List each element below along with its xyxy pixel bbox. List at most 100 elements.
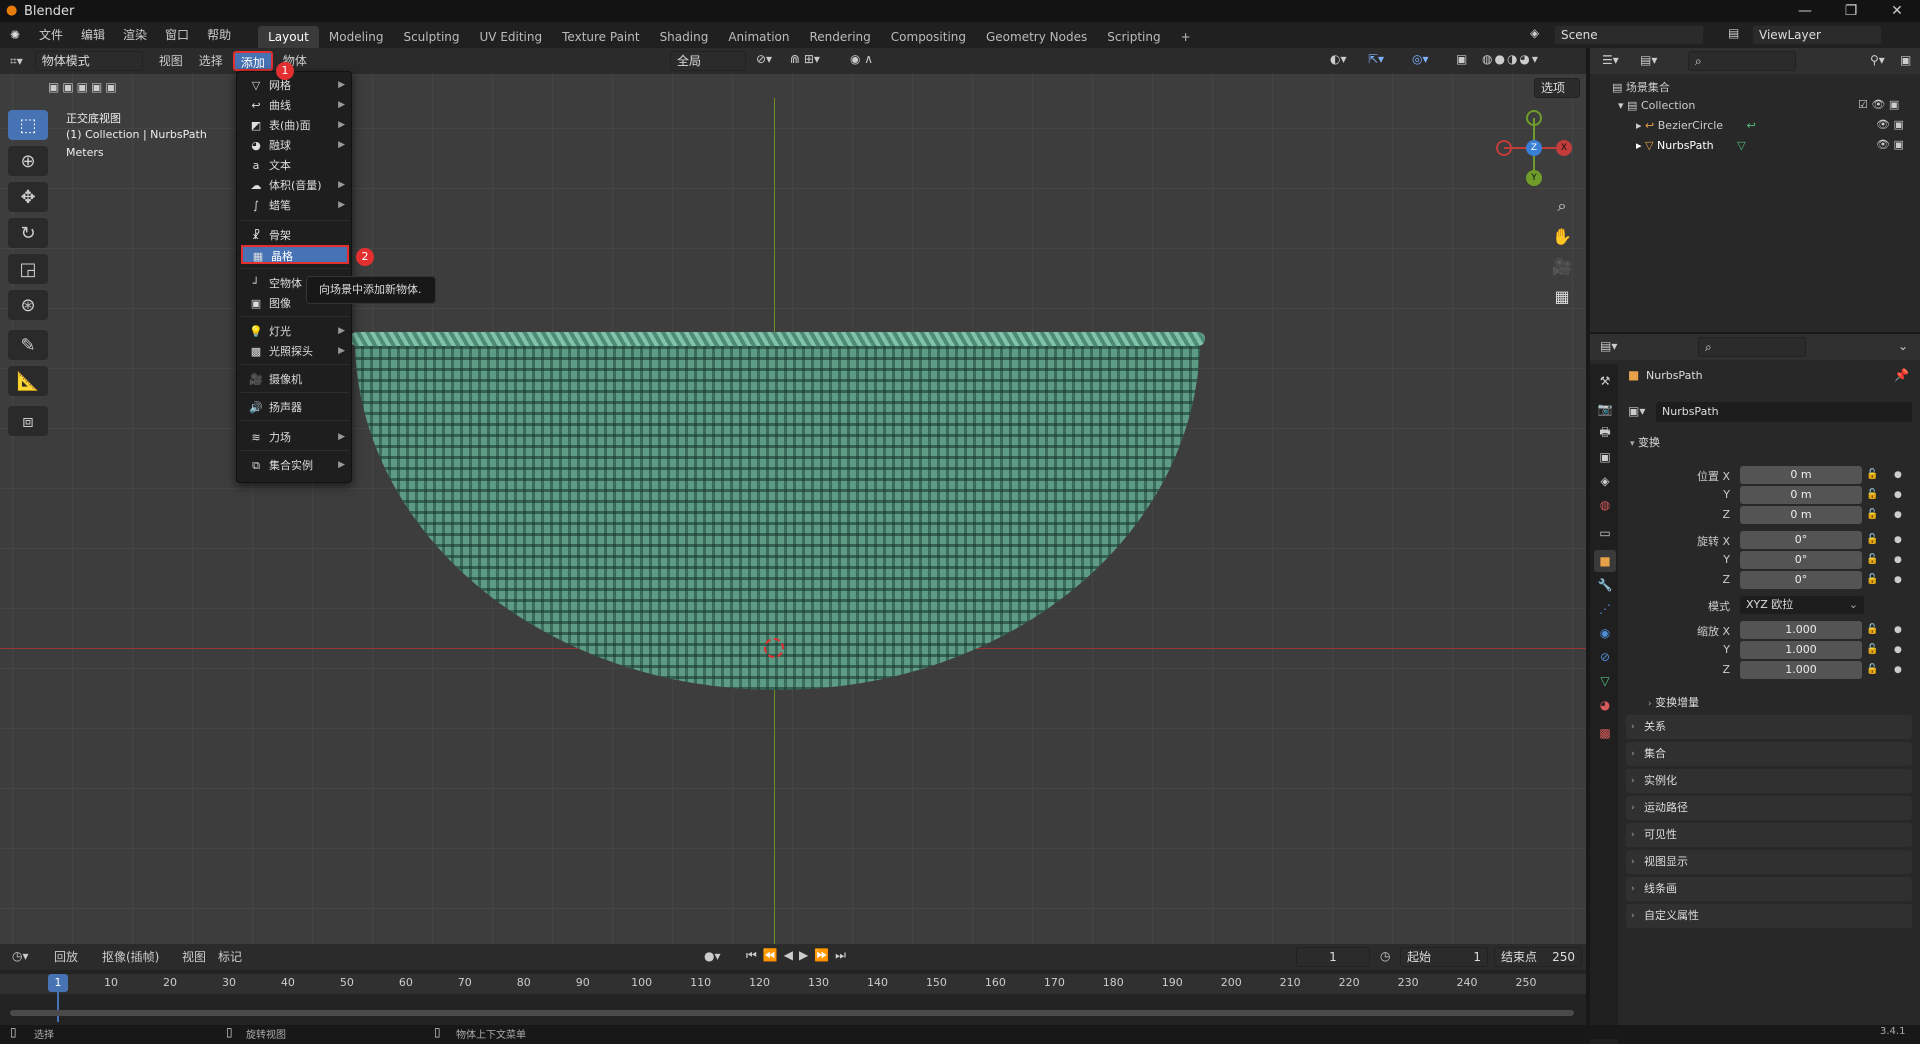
blender-menu-icon[interactable]: ✺ bbox=[0, 28, 30, 42]
outliner-item-nurbspath[interactable]: ▸ ▽ NurbsPath ▽ bbox=[1636, 139, 1746, 152]
xray-icon[interactable]: ▣ bbox=[1456, 52, 1467, 66]
menu-item-force-field[interactable]: ≋ 力场 ▶ bbox=[241, 428, 349, 447]
menu-item-light[interactable]: 💡 灯光 ▶ bbox=[241, 322, 349, 341]
menu-item-curve[interactable]: ↩ 曲线 ▶ bbox=[241, 96, 349, 115]
transform-tool-icon[interactable]: ⊛ bbox=[8, 290, 48, 320]
tab-modeling[interactable]: Modeling bbox=[319, 26, 394, 48]
section-viewport-display[interactable]: › 视图显示 bbox=[1626, 850, 1912, 874]
menu-add[interactable]: 添加 bbox=[232, 51, 273, 71]
constraints-tab-icon[interactable]: ⊘ bbox=[1594, 646, 1616, 668]
section-visibility[interactable]: › 可见性 bbox=[1626, 823, 1912, 847]
lock-icon[interactable]: 🔓 bbox=[1866, 534, 1878, 545]
tab-compositing[interactable]: Compositing bbox=[881, 26, 976, 48]
keyframe-dot-icon[interactable]: ● bbox=[1894, 470, 1902, 480]
menu-item-metaball[interactable]: ◕ 融球 ▶ bbox=[241, 136, 349, 155]
rotation-mode-dropdown[interactable]: XYZ 欧拉 ⌄ bbox=[1740, 596, 1864, 614]
view-layer-icon[interactable]: ▤ bbox=[1728, 26, 1739, 40]
tab-texture-paint[interactable]: Texture Paint bbox=[552, 26, 649, 48]
navigation-gizmo[interactable]: Y X Z bbox=[1494, 108, 1574, 188]
menu-item-lattice[interactable]: ▦ 晶格 bbox=[241, 245, 349, 264]
menu-window[interactable]: 窗口 bbox=[156, 22, 198, 48]
gizmo-z-icon[interactable]: Z bbox=[1526, 140, 1542, 156]
rotation-y-field[interactable]: 0° bbox=[1740, 551, 1862, 569]
visibility-toggles-icon[interactable]: 👁 ▣ bbox=[1876, 138, 1904, 151]
collection-toggles-icon[interactable]: ☑ 👁 ▣ bbox=[1858, 98, 1899, 111]
menu-file[interactable]: 文件 bbox=[30, 22, 72, 48]
lock-icon[interactable]: 🔓 bbox=[1866, 509, 1878, 520]
menu-item-collection-instance[interactable]: ⧉ 集合实例 ▶ bbox=[241, 456, 349, 475]
scene-tab-icon[interactable]: ◈ bbox=[1594, 470, 1616, 492]
start-frame-field[interactable]: 起始 1 bbox=[1400, 947, 1488, 967]
keyframe-dot-icon[interactable]: ● bbox=[1894, 575, 1902, 585]
tab-geometry-nodes[interactable]: Geometry Nodes bbox=[976, 26, 1097, 48]
menu-item-camera[interactable]: 🎥 摄像机 bbox=[241, 370, 349, 389]
lock-icon[interactable]: 🔓 bbox=[1866, 574, 1878, 585]
move-tool-icon[interactable]: ✥ bbox=[8, 182, 48, 212]
transform-orientation[interactable]: 全局 bbox=[670, 51, 746, 71]
rotation-x-field[interactable]: 0° bbox=[1740, 531, 1862, 549]
menu-item-surface[interactable]: ◩ 表(曲)面 ▶ bbox=[241, 116, 349, 135]
3d-cursor-icon[interactable] bbox=[764, 638, 784, 658]
tool-tab-icon[interactable]: ⚒ bbox=[1594, 370, 1616, 392]
delta-transform-subsection[interactable]: › 变换增量 bbox=[1648, 694, 1699, 710]
menu-timeline-view[interactable]: 视图 bbox=[176, 947, 212, 967]
physics-tab-icon[interactable]: ◉ bbox=[1594, 622, 1616, 644]
location-y-field[interactable]: 0 m bbox=[1740, 486, 1862, 504]
keyframe-dot-icon[interactable]: ● bbox=[1894, 555, 1902, 565]
data-tab-icon[interactable]: ▽ bbox=[1594, 670, 1616, 692]
tab-shading[interactable]: Shading bbox=[650, 26, 719, 48]
tab-uv-editing[interactable]: UV Editing bbox=[470, 26, 553, 48]
texture-tab-icon[interactable]: ▩ bbox=[1594, 722, 1616, 744]
menu-edit[interactable]: 编辑 bbox=[72, 22, 114, 48]
restore-icon[interactable]: ❐ bbox=[1828, 0, 1874, 22]
menu-item-volume[interactable]: ☁ 体积(音量) ▶ bbox=[241, 176, 349, 195]
menu-select[interactable]: 选择 bbox=[193, 51, 229, 71]
lock-icon[interactable]: 🔓 bbox=[1866, 489, 1878, 500]
scene-icon[interactable]: ◈ bbox=[1530, 26, 1539, 40]
view-layer-selector[interactable]: ViewLayer bbox=[1752, 25, 1882, 45]
select-mode-icons[interactable]: ▣▣▣▣▣ bbox=[48, 80, 120, 94]
scale-y-field[interactable]: 1.000 bbox=[1740, 641, 1862, 659]
annotate-tool-icon[interactable]: ✎ bbox=[8, 330, 48, 360]
ortho-toggle-icon[interactable]: ▦ bbox=[1548, 282, 1576, 310]
collection-tab-icon[interactable]: ▭ bbox=[1594, 522, 1616, 544]
mode-selector[interactable]: 物体模式 bbox=[34, 51, 143, 71]
outliner-search[interactable]: ⌕ bbox=[1688, 51, 1796, 71]
tab-scripting[interactable]: Scripting bbox=[1097, 26, 1170, 48]
snap-icon[interactable]: ⋒ ⊞▾ bbox=[790, 52, 820, 66]
editor-type-icon[interactable]: ▤▾ bbox=[1600, 339, 1617, 353]
menu-help[interactable]: 帮助 bbox=[198, 22, 240, 48]
playback-controls-icon[interactable]: ⏮⏪◀▶⏩⏭ bbox=[746, 948, 852, 963]
camera-view-icon[interactable]: 🎥 bbox=[1548, 252, 1576, 280]
section-instancing[interactable]: › 实例化 bbox=[1626, 769, 1912, 793]
editor-type-icon[interactable]: ☰▾ bbox=[1602, 53, 1619, 67]
keyframe-dot-icon[interactable]: ● bbox=[1894, 665, 1902, 675]
section-collections[interactable]: › 集合 bbox=[1626, 742, 1912, 766]
view-layer-tab-icon[interactable]: ▣ bbox=[1594, 446, 1616, 468]
material-tab-icon[interactable]: ◕ bbox=[1594, 694, 1616, 716]
display-mode-icon[interactable]: ▤▾ bbox=[1640, 53, 1657, 67]
scale-z-field[interactable]: 1.000 bbox=[1740, 661, 1862, 679]
visibility-toggles-icon[interactable]: 👁 ▣ bbox=[1876, 118, 1904, 131]
select-box-tool-icon[interactable]: ⬚ bbox=[8, 110, 48, 140]
keyframe-dot-icon[interactable]: ● bbox=[1894, 645, 1902, 655]
filter-icon[interactable]: ⚲▾ bbox=[1870, 53, 1885, 67]
rotation-z-field[interactable]: 0° bbox=[1740, 571, 1862, 589]
preview-range-icon[interactable]: ◷ bbox=[1380, 949, 1390, 963]
location-z-field[interactable]: 0 m bbox=[1740, 506, 1862, 524]
options-dropdown[interactable]: 选项 bbox=[1534, 78, 1580, 98]
outliner-item-beziercircle[interactable]: ▸ ↩ BezierCircle ↩ bbox=[1636, 119, 1756, 132]
lock-icon[interactable]: 🔓 bbox=[1866, 644, 1878, 655]
menu-keying[interactable]: 抠像(插帧) bbox=[96, 947, 165, 967]
menu-item-text[interactable]: a 文本 bbox=[241, 156, 349, 175]
pin-icon[interactable]: 📌 bbox=[1894, 368, 1909, 382]
tab-layout[interactable]: Layout bbox=[258, 26, 319, 48]
keyframe-dot-icon[interactable]: ● bbox=[1894, 510, 1902, 520]
lock-icon[interactable]: 🔓 bbox=[1866, 624, 1878, 635]
render-tab-icon[interactable]: 📷 bbox=[1594, 398, 1616, 420]
record-icon[interactable]: ●▾ bbox=[704, 949, 721, 963]
object-name-field[interactable]: NurbsPath bbox=[1656, 402, 1912, 422]
keyframe-dot-icon[interactable]: ● bbox=[1894, 490, 1902, 500]
tab-animation[interactable]: Animation bbox=[718, 26, 799, 48]
zoom-icon[interactable]: ⌕ bbox=[1548, 192, 1576, 220]
